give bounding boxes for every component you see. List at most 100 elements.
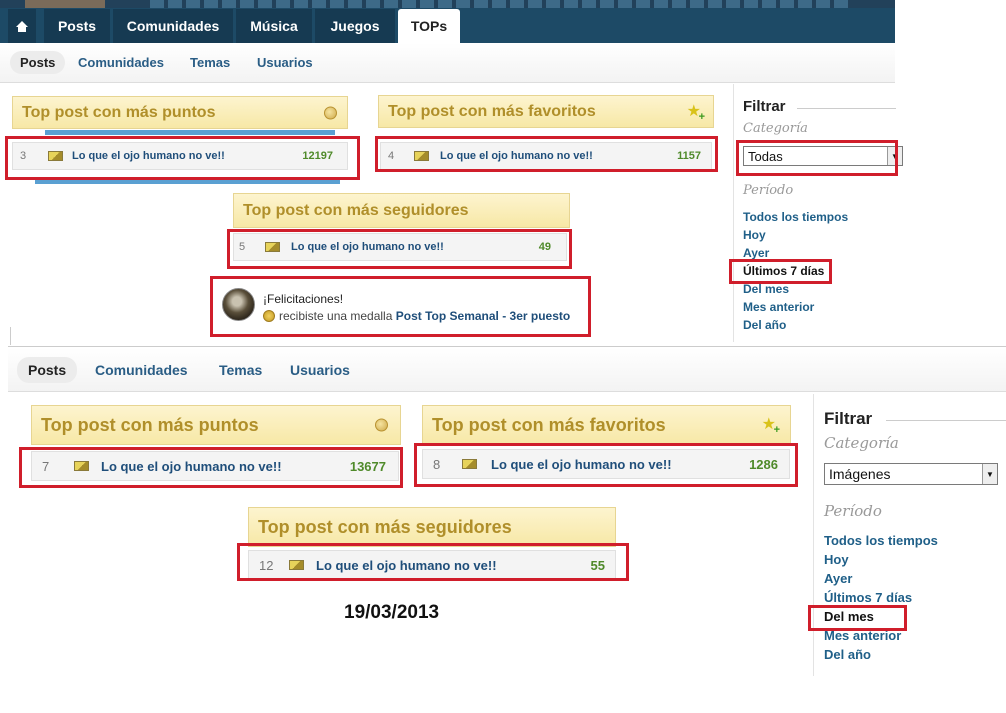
- post-score: 12197: [302, 150, 333, 162]
- card-top-points-header: Top post con más puntos: [31, 405, 401, 445]
- header-text: [150, 0, 850, 8]
- tab-posts[interactable]: Posts: [44, 9, 110, 43]
- post-title-link[interactable]: Lo que el ojo humano no ve!!: [491, 457, 672, 472]
- card-top-followers-row[interactable]: 12 Lo que el ojo humano no ve!! 55: [248, 550, 616, 580]
- tab-comunidades[interactable]: Comunidades: [113, 9, 233, 43]
- category-selected-value: Imágenes: [829, 466, 891, 482]
- subnav-item-temas[interactable]: Temas: [190, 55, 230, 70]
- cropped-page-header: [0, 0, 895, 8]
- post-title-link[interactable]: Lo que el ojo humano no ve!!: [316, 558, 497, 573]
- tab-tops[interactable]: TOPs: [398, 9, 460, 43]
- period-yesterday[interactable]: Ayer: [743, 246, 769, 260]
- image-category-icon: [74, 461, 89, 471]
- card-top-points-row[interactable]: 3 Lo que el ojo humano no ve!! 12197: [12, 142, 348, 170]
- card-top-favorites-header: Top post con más favoritos ★: [422, 405, 791, 445]
- medal-name-link[interactable]: Post Top Semanal - 3er puesto: [396, 309, 570, 323]
- subnav-item-temas[interactable]: Temas: [219, 362, 262, 378]
- divider: [886, 420, 1006, 421]
- period-last-month[interactable]: Mes anterior: [743, 300, 814, 314]
- filter-sidebar-bottom: Filtrar Categoría Imágenes ▼ Período Tod…: [813, 394, 1006, 676]
- card-title: Top post con más favoritos: [432, 414, 666, 435]
- rank-number: 4: [388, 150, 395, 162]
- card-top-points-header: Top post con más puntos: [12, 96, 348, 129]
- subnav-item-usuarios[interactable]: Usuarios: [257, 55, 313, 70]
- divider: [8, 346, 1006, 347]
- subnav-item-comunidades[interactable]: Comunidades: [95, 362, 188, 378]
- card-top-favorites-row[interactable]: 8 Lo que el ojo humano no ve!! 1286: [422, 449, 790, 479]
- filter-sidebar-top: Filtrar Categoría Todas ▼ Período Todos …: [733, 84, 903, 342]
- subnav-item-comunidades[interactable]: Comunidades: [78, 55, 164, 70]
- star-add-icon: ★: [687, 103, 706, 123]
- divider: [797, 108, 896, 109]
- divider: [10, 327, 11, 345]
- card-top-favorites-header: Top post con más favoritos ★: [378, 95, 714, 128]
- period-yesterday[interactable]: Ayer: [824, 571, 852, 586]
- card-title: Top post con más seguidores: [243, 201, 469, 219]
- category-label: Categoría: [824, 434, 899, 452]
- decorative-bar: [45, 130, 335, 135]
- period-today[interactable]: Hoy: [743, 228, 766, 242]
- image-category-icon: [414, 151, 429, 161]
- category-select[interactable]: Imágenes ▼: [824, 463, 998, 485]
- tab-home[interactable]: [8, 9, 36, 43]
- post-score: 49: [538, 241, 551, 253]
- card-top-followers-row[interactable]: 5 Lo que el ojo humano no ve!! 49: [233, 233, 567, 261]
- image-category-icon: [48, 151, 63, 161]
- tab-juegos[interactable]: Juegos: [315, 9, 395, 43]
- chevron-down-icon[interactable]: ▼: [887, 147, 902, 165]
- period-this-year[interactable]: Del año: [824, 647, 871, 662]
- medal-icon: [263, 310, 275, 322]
- notification-greeting: ¡Felicitaciones!: [263, 292, 344, 306]
- subnav-item-usuarios[interactable]: Usuarios: [290, 362, 350, 378]
- card-title: Top post con más favoritos: [388, 102, 596, 120]
- period-label: Período: [824, 502, 882, 520]
- post-score: 55: [590, 557, 605, 573]
- rank-number: 7: [42, 458, 50, 474]
- chevron-down-icon[interactable]: ▼: [982, 464, 997, 484]
- coin-icon: [375, 418, 388, 432]
- post-title-link[interactable]: Lo que el ojo humano no ve!!: [440, 150, 593, 162]
- period-last-7-days[interactable]: Últimos 7 días: [824, 590, 912, 605]
- image-category-icon: [289, 560, 304, 570]
- period-this-month[interactable]: Del mes: [743, 282, 789, 296]
- post-title-link[interactable]: Lo que el ojo humano no ve!!: [291, 241, 444, 253]
- period-this-month[interactable]: Del mes: [824, 609, 874, 624]
- subnav-bottom: Posts Comunidades Temas Usuarios: [8, 348, 1006, 392]
- tab-musica[interactable]: Música: [236, 9, 312, 43]
- post-score: 1286: [749, 456, 778, 472]
- category-select[interactable]: Todas ▼: [743, 146, 903, 166]
- notification-message: recibiste una medalla Post Top Semanal -…: [263, 309, 570, 323]
- subnav-top: Posts Comunidades Temas Usuarios: [0, 43, 895, 83]
- period-all-time[interactable]: Todos los tiempos: [824, 533, 938, 548]
- home-icon: [16, 20, 28, 32]
- period-today[interactable]: Hoy: [824, 552, 849, 567]
- subnav-item-posts[interactable]: Posts: [10, 51, 66, 74]
- filter-title: Filtrar: [743, 98, 786, 115]
- period-all-time[interactable]: Todos los tiempos: [743, 210, 848, 224]
- notification-prefix: recibiste una medalla: [279, 309, 393, 323]
- period-this-year[interactable]: Del año: [743, 318, 786, 332]
- card-top-followers-header: Top post con más seguidores: [248, 507, 616, 547]
- rank-number: 3: [20, 150, 27, 162]
- post-title-link[interactable]: Lo que el ojo humano no ve!!: [101, 459, 282, 474]
- date-label: 19/03/2013: [344, 602, 440, 623]
- rank-number: 5: [239, 241, 246, 253]
- main-navbar: Posts Comunidades Música Juegos TOPs: [0, 0, 895, 43]
- decorative-bar: [35, 178, 340, 184]
- card-top-followers-header: Top post con más seguidores: [233, 193, 570, 228]
- coin-icon: [324, 106, 337, 119]
- post-score: 13677: [349, 458, 386, 474]
- avatar: [222, 288, 255, 321]
- period-last-7-days[interactable]: Últimos 7 días: [743, 264, 824, 278]
- subnav-item-posts[interactable]: Posts: [17, 356, 78, 383]
- rank-number: 8: [433, 456, 441, 472]
- category-selected-value: Todas: [748, 148, 783, 164]
- medal-notification: ¡Felicitaciones! recibiste una medalla P…: [215, 280, 585, 335]
- period-last-month[interactable]: Mes anterior: [824, 628, 901, 643]
- card-top-favorites-row[interactable]: 4 Lo que el ojo humano no ve!! 1157: [380, 142, 712, 170]
- filter-title: Filtrar: [824, 409, 873, 428]
- card-top-points-row[interactable]: 7 Lo que el ojo humano no ve!! 13677: [31, 451, 399, 481]
- card-title: Top post con más puntos: [41, 414, 259, 435]
- category-label: Categoría: [743, 121, 808, 136]
- post-title-link[interactable]: Lo que el ojo humano no ve!!: [72, 150, 225, 162]
